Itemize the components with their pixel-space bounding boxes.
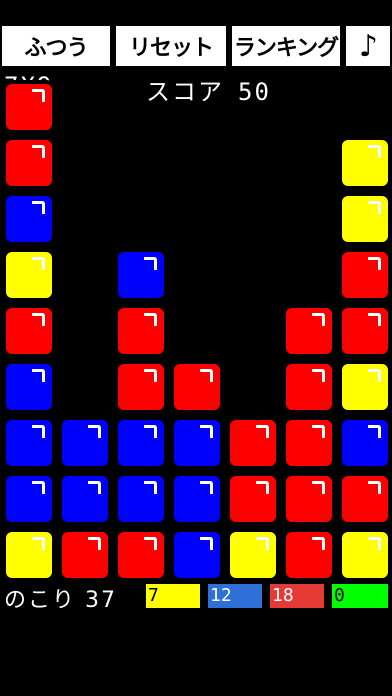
tile-blue[interactable] — [2, 360, 56, 414]
tile-blue[interactable] — [114, 472, 168, 526]
green-count: 0 — [332, 584, 388, 608]
tile-blue[interactable] — [114, 416, 168, 470]
tile-joint — [332, 522, 344, 534]
tile-red[interactable] — [2, 304, 56, 358]
tile-yellow[interactable] — [2, 248, 56, 302]
tile-blue[interactable] — [170, 472, 224, 526]
tile-red[interactable] — [2, 80, 56, 134]
tile-blue[interactable] — [170, 416, 224, 470]
tile-joint — [332, 354, 344, 366]
tile-yellow[interactable] — [338, 136, 392, 190]
tile-red[interactable] — [282, 304, 336, 358]
tile-yellow[interactable] — [338, 528, 392, 582]
blue-count: 12 — [208, 584, 262, 608]
reset-button[interactable]: リセット — [116, 26, 226, 66]
tile-joint — [52, 466, 64, 478]
tile-red[interactable] — [338, 248, 392, 302]
stats-bar: 7X9 スコア50 — [0, 70, 392, 106]
tile-red[interactable] — [114, 360, 168, 414]
tile-joint — [108, 466, 120, 478]
tile-red[interactable] — [114, 528, 168, 582]
tile-blue[interactable] — [170, 528, 224, 582]
tile-yellow[interactable] — [226, 528, 280, 582]
tile-blue[interactable] — [338, 416, 392, 470]
tile-joint — [220, 522, 232, 534]
tile-joint — [164, 410, 176, 422]
tile-joint — [276, 522, 288, 534]
remaining-count: のこり 37 — [4, 582, 117, 614]
tile-red[interactable] — [2, 136, 56, 190]
music-note-icon: ♪ — [358, 28, 378, 64]
tile-red[interactable] — [114, 304, 168, 358]
mode-button[interactable]: ふつう — [2, 26, 110, 66]
tile-red[interactable] — [338, 304, 392, 358]
score-label: スコア — [146, 78, 224, 106]
tile-joint — [220, 466, 232, 478]
tile-red[interactable] — [338, 472, 392, 526]
tile-yellow[interactable] — [338, 192, 392, 246]
tile-red[interactable] — [282, 472, 336, 526]
tile-joint — [332, 466, 344, 478]
tile-yellow[interactable] — [2, 528, 56, 582]
tile-red[interactable] — [170, 360, 224, 414]
tile-red[interactable] — [282, 528, 336, 582]
score-display: スコア 50 — [146, 72, 285, 107]
game-board[interactable] — [0, 80, 392, 584]
tile-joint — [52, 522, 64, 534]
yellow-count: 7 — [146, 584, 200, 608]
toolbar: ふつう リセット ランキング ♪ — [0, 0, 392, 68]
tile-joint — [276, 466, 288, 478]
remaining-label: のこり — [4, 588, 77, 613]
tile-blue[interactable] — [2, 192, 56, 246]
tile-red[interactable] — [226, 416, 280, 470]
remaining-value: 37 — [85, 588, 118, 613]
tile-red[interactable] — [282, 416, 336, 470]
tile-red[interactable] — [58, 528, 112, 582]
ranking-button[interactable]: ランキング — [232, 26, 340, 66]
tile-red[interactable] — [282, 360, 336, 414]
footer-bar: のこり 37 7 12 18 0 — [0, 582, 392, 614]
tile-joint — [164, 522, 176, 534]
tile-red[interactable] — [226, 472, 280, 526]
tile-yellow[interactable] — [338, 360, 392, 414]
tile-blue[interactable] — [114, 248, 168, 302]
tile-blue[interactable] — [58, 416, 112, 470]
red-count: 18 — [270, 584, 324, 608]
tile-joint — [164, 466, 176, 478]
tile-blue[interactable] — [58, 472, 112, 526]
sound-toggle-button[interactable]: ♪ — [346, 26, 390, 66]
score-value: 50 — [238, 78, 271, 106]
tile-blue[interactable] — [2, 472, 56, 526]
tile-joint — [332, 410, 344, 422]
tile-blue[interactable] — [2, 416, 56, 470]
tile-joint — [108, 522, 120, 534]
